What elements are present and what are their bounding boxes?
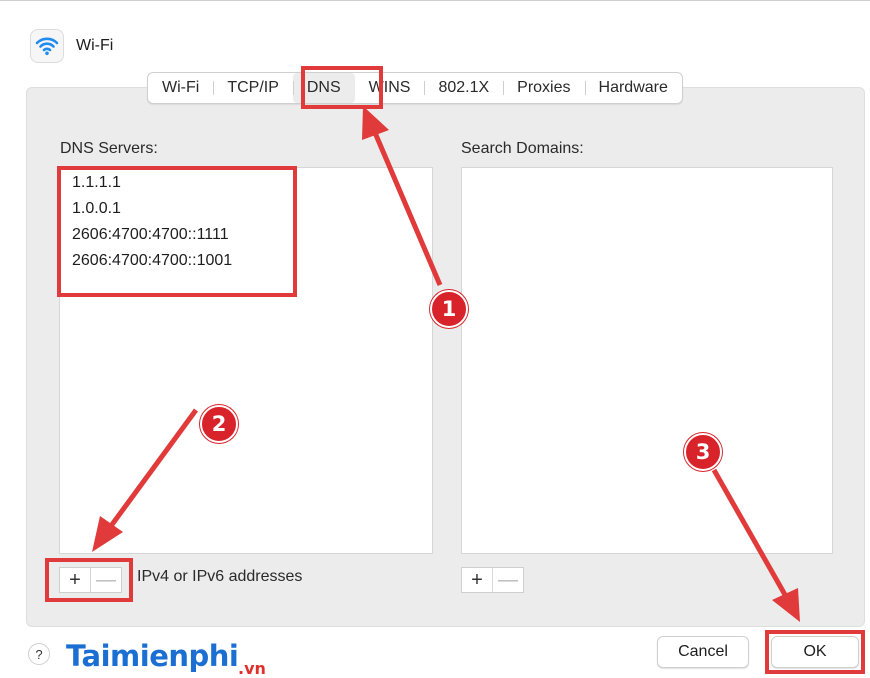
- arrow-to-dns-tab: [362, 106, 443, 286]
- watermark-logo: Taimienphi .vn: [66, 623, 266, 678]
- arrow-to-add-button: [92, 408, 199, 552]
- step-2-badge: 2: [200, 405, 238, 443]
- step-3-badge: 3: [684, 433, 722, 471]
- watermark-brand: Taimienphi: [66, 639, 239, 673]
- watermark-suffix: .vn: [238, 659, 266, 678]
- step-1-badge: 1: [430, 290, 468, 328]
- arrow-to-ok-button: [711, 468, 800, 622]
- annotation-arrows: [92, 106, 800, 622]
